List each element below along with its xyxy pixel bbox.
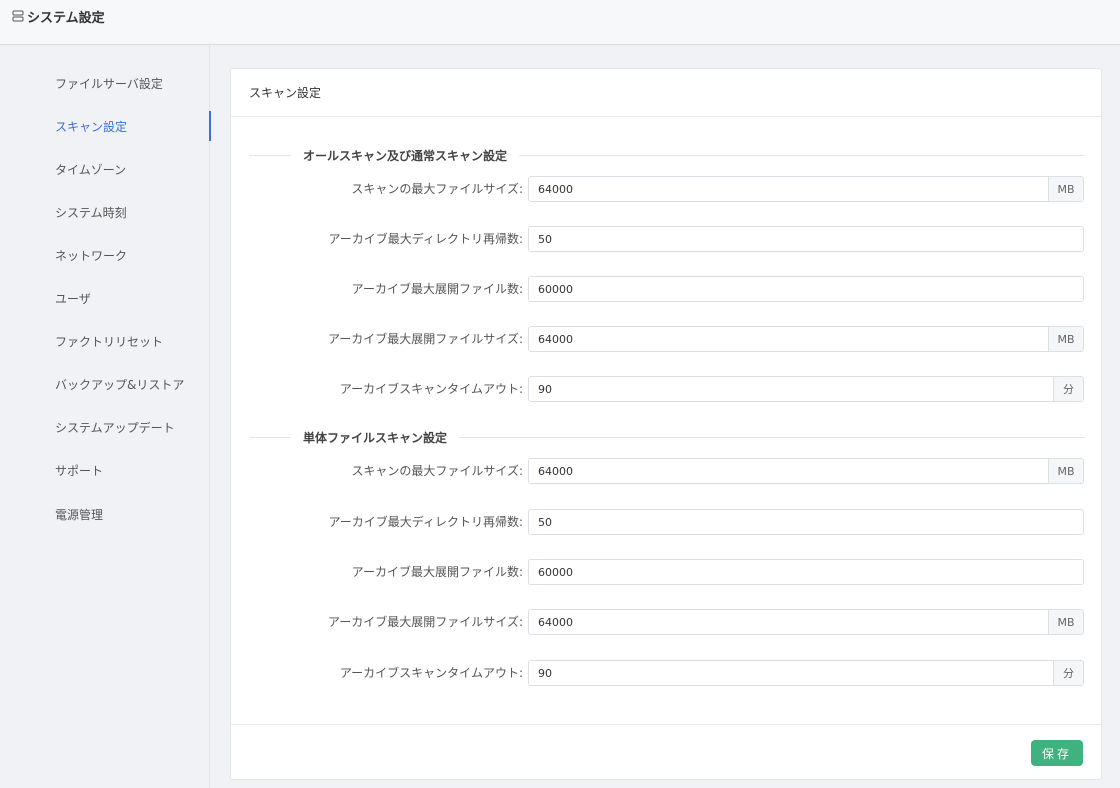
- max-extract-size-input[interactable]: [529, 327, 1048, 351]
- field-label: アーカイブ最大展開ファイルサイズ:: [328, 615, 523, 629]
- divider: [249, 436, 291, 438]
- sidebar-item-support[interactable]: サポート: [0, 455, 210, 485]
- sidebar-item-network[interactable]: ネットワーク: [0, 240, 210, 270]
- form-row: アーカイブ最大ディレクトリ再帰数:: [231, 226, 1103, 252]
- scan-settings-card: スキャン設定 オールスキャン及び通常スキャン設定 スキャンの最大ファイルサイズ:…: [230, 68, 1102, 780]
- top-bar: システム設定: [0, 0, 1120, 45]
- input-group: MB: [528, 458, 1084, 484]
- section-title-all-scan: オールスキャン及び通常スキャン設定: [249, 147, 1085, 163]
- sidebar-item-scan-settings[interactable]: スキャン設定: [0, 111, 211, 141]
- field-label: アーカイブ最大ディレクトリ再帰数:: [328, 515, 524, 529]
- input-group: MB: [528, 609, 1084, 635]
- max-file-size-input[interactable]: [529, 459, 1048, 483]
- input-group: [528, 559, 1084, 585]
- divider: [519, 154, 1085, 156]
- server-icon: [12, 10, 24, 22]
- max-extract-size-input[interactable]: [529, 610, 1048, 634]
- field-label: アーカイブ最大ディレクトリ再帰数:: [328, 232, 524, 246]
- field-label: アーカイブ最大展開ファイルサイズ:: [328, 332, 523, 346]
- sidebar-item-power[interactable]: 電源管理: [0, 499, 210, 529]
- field-label: アーカイブ最大展開ファイル数:: [351, 565, 523, 579]
- unit-suffix: 分: [1053, 377, 1083, 401]
- max-dir-recursion-input[interactable]: [529, 510, 1083, 534]
- sidebar-item-factory-reset[interactable]: ファクトリリセット: [0, 326, 210, 356]
- max-dir-recursion-input[interactable]: [529, 227, 1083, 251]
- field-label: スキャンの最大ファイルサイズ:: [351, 464, 523, 478]
- input-group: 分: [528, 660, 1084, 686]
- form-row: スキャンの最大ファイルサイズ: MB: [231, 458, 1103, 484]
- sidebar-item-timezone[interactable]: タイムゾーン: [0, 154, 210, 184]
- unit-suffix: MB: [1048, 610, 1083, 634]
- form-row: アーカイブ最大展開ファイル数:: [231, 276, 1103, 302]
- field-label: アーカイブ最大展開ファイル数:: [351, 282, 523, 296]
- field-label: アーカイブスキャンタイムアウト:: [339, 666, 523, 680]
- form-row: アーカイブ最大展開ファイルサイズ: MB: [231, 326, 1103, 352]
- sidebar-item-users[interactable]: ユーザ: [0, 283, 210, 313]
- archive-timeout-input[interactable]: [529, 661, 1053, 685]
- archive-timeout-input[interactable]: [529, 377, 1053, 401]
- max-extract-files-input[interactable]: [529, 560, 1083, 584]
- sidebar-item-file-server[interactable]: ファイルサーバ設定: [0, 68, 210, 98]
- sidebar: ファイルサーバ設定 スキャン設定 タイムゾーン システム時刻 ネットワーク ユー…: [0, 45, 211, 788]
- unit-suffix: MB: [1048, 459, 1083, 483]
- section-title-text: 単体ファイルスキャン設定: [303, 430, 448, 445]
- field-label: アーカイブスキャンタイムアウト:: [339, 382, 523, 396]
- input-group: [528, 509, 1084, 535]
- divider: [249, 154, 291, 156]
- unit-suffix: MB: [1048, 327, 1083, 351]
- form-row: アーカイブ最大展開ファイルサイズ: MB: [231, 609, 1103, 635]
- sidebar-item-system-update[interactable]: システムアップデート: [0, 412, 210, 442]
- input-group: MB: [528, 176, 1084, 202]
- input-group: [528, 226, 1084, 252]
- unit-suffix: MB: [1048, 177, 1083, 201]
- input-group: [528, 276, 1084, 302]
- form-row: アーカイブ最大展開ファイル数:: [231, 559, 1103, 585]
- form-row: アーカイブスキャンタイムアウト: 分: [231, 660, 1103, 686]
- input-group: MB: [528, 326, 1084, 352]
- unit-suffix: 分: [1053, 661, 1083, 685]
- page-title: システム設定: [27, 10, 105, 26]
- max-extract-files-input[interactable]: [529, 277, 1083, 301]
- sidebar-item-system-time[interactable]: システム時刻: [0, 197, 210, 227]
- form-row: スキャンの最大ファイルサイズ: MB: [231, 176, 1103, 202]
- section-title-single-file: 単体ファイルスキャン設定: [249, 429, 1085, 445]
- save-button[interactable]: 保存: [1031, 740, 1083, 766]
- card-title: スキャン設定: [231, 69, 1101, 117]
- sidebar-item-backup-restore[interactable]: バックアップ&リストア: [0, 369, 210, 399]
- card-footer: 保存: [231, 724, 1101, 780]
- form-row: アーカイブ最大ディレクトリ再帰数:: [231, 509, 1103, 535]
- input-group: 分: [528, 376, 1084, 402]
- form-row: アーカイブスキャンタイムアウト: 分: [231, 376, 1103, 402]
- field-label: スキャンの最大ファイルサイズ:: [351, 182, 523, 196]
- section-title-text: オールスキャン及び通常スキャン設定: [303, 148, 508, 163]
- divider: [459, 436, 1085, 438]
- max-file-size-input[interactable]: [529, 177, 1048, 201]
